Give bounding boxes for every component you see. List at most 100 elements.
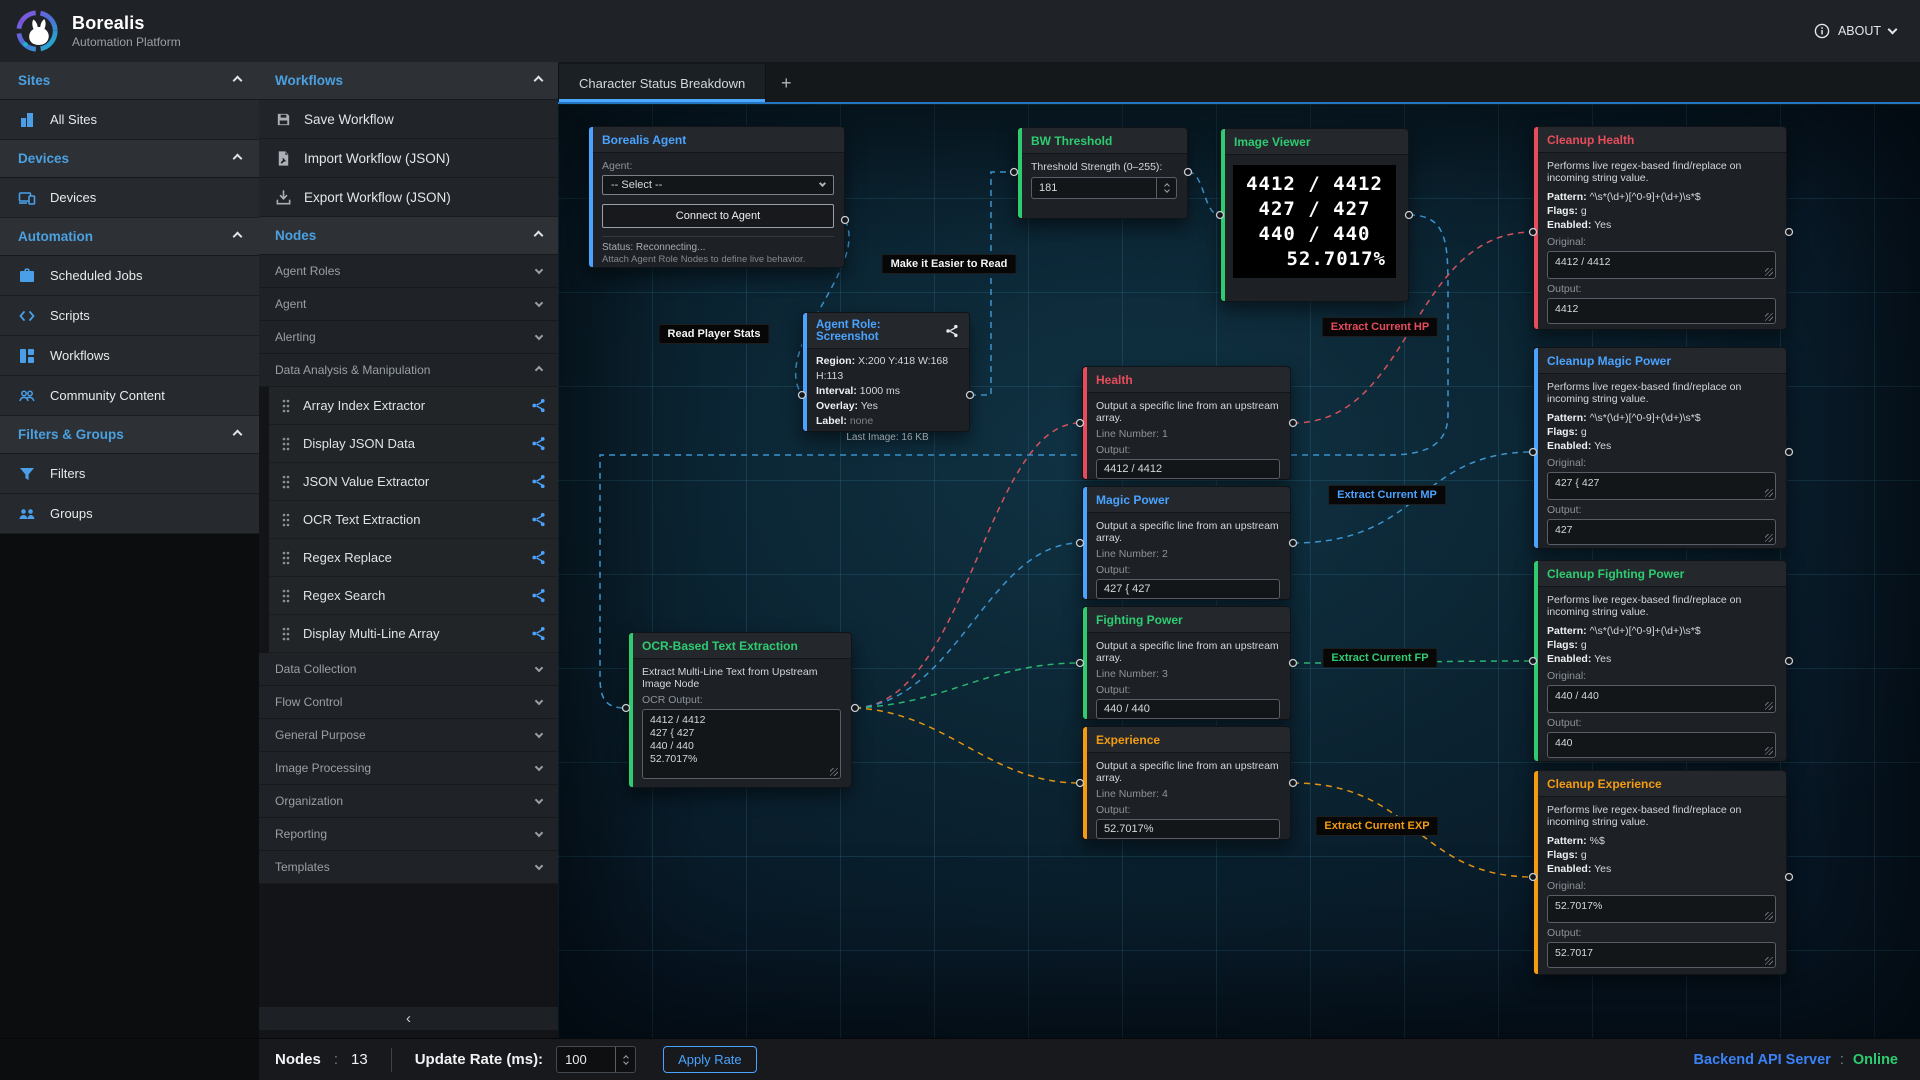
- sidebar-section-filters-groups[interactable]: Filters & Groups: [0, 416, 259, 454]
- sidebar-section-sites[interactable]: Sites: [0, 62, 259, 100]
- connect-to-agent-button[interactable]: Connect to Agent: [602, 204, 834, 228]
- number-spinner[interactable]: [1156, 178, 1176, 198]
- node-category-data-collection[interactable]: Data Collection: [259, 653, 558, 686]
- node-entry-regex-replace[interactable]: Regex Replace: [269, 539, 558, 577]
- spinner-down-icon[interactable]: [1164, 187, 1170, 193]
- share-node-icon[interactable]: [531, 626, 546, 641]
- node-category-agent[interactable]: Agent: [259, 288, 558, 321]
- sidebar-item-community-content[interactable]: Community Content: [0, 376, 259, 416]
- resize-handle-icon[interactable]: [830, 768, 838, 776]
- drag-handle-icon[interactable]: [281, 474, 291, 490]
- about-menu[interactable]: ABOUT: [1814, 23, 1896, 39]
- sidebar-item-groups[interactable]: Groups: [0, 494, 259, 534]
- tab-character-status-breakdown[interactable]: Character Status Breakdown: [558, 64, 766, 102]
- node-entry-array-index-extractor[interactable]: Array Index Extractor: [269, 387, 558, 425]
- drag-handle-icon[interactable]: [281, 512, 291, 528]
- node-entry-json-value-extractor[interactable]: JSON Value Extractor: [269, 463, 558, 501]
- sidebar-item-scheduled-jobs[interactable]: Scheduled Jobs: [0, 256, 259, 296]
- share-node-icon[interactable]: [531, 512, 546, 527]
- node-image-viewer[interactable]: Image Viewer 4412 / 4412 427 / 427 440 /…: [1220, 128, 1409, 302]
- original-textarea[interactable]: 440 / 440: [1547, 685, 1776, 713]
- node-magic-power[interactable]: Magic Power Output a specific line from …: [1082, 486, 1291, 600]
- resize-handle-icon[interactable]: [1765, 534, 1773, 542]
- original-textarea[interactable]: 427 { 427: [1547, 472, 1776, 500]
- resize-handle-icon[interactable]: [1765, 912, 1773, 920]
- node-entry-display-multi-line-array[interactable]: Display Multi-Line Array: [269, 615, 558, 653]
- share-node-icon[interactable]: [531, 474, 546, 489]
- node-health[interactable]: Health Output a specific line from an up…: [1082, 366, 1291, 480]
- original-textarea[interactable]: 4412 / 4412: [1547, 251, 1776, 279]
- number-spinner[interactable]: [615, 1047, 635, 1072]
- output-textarea[interactable]: 440: [1547, 732, 1776, 758]
- drag-handle-icon[interactable]: [281, 550, 291, 566]
- node-category-reporting[interactable]: Reporting: [259, 818, 558, 851]
- resize-handle-icon[interactable]: [1765, 702, 1773, 710]
- sidebar-item-filters[interactable]: Filters: [0, 454, 259, 494]
- node-experience[interactable]: Experience Output a specific line from a…: [1082, 726, 1291, 840]
- node-entry-regex-search[interactable]: Regex Search: [269, 577, 558, 615]
- new-tab-button[interactable]: +: [766, 64, 806, 102]
- resize-handle-icon[interactable]: [1765, 268, 1773, 276]
- import-workflow-button[interactable]: Import Workflow (JSON): [259, 139, 558, 178]
- sidebar-section-automation[interactable]: Automation: [0, 218, 259, 256]
- agent-select[interactable]: -- Select --: [602, 175, 834, 195]
- category-label: Data Collection: [275, 662, 356, 676]
- ocr-output-textarea[interactable]: 4412 / 4412 427 { 427 440 / 440 52.7017%: [642, 709, 841, 779]
- node-entry-ocr-text-extraction[interactable]: OCR Text Extraction: [269, 501, 558, 539]
- output-textarea[interactable]: 427: [1547, 519, 1776, 545]
- save-workflow-button[interactable]: Save Workflow: [259, 100, 558, 139]
- node-cleanup-health[interactable]: Cleanup Health Performs live regex-based…: [1533, 126, 1787, 330]
- node-fighting-power[interactable]: Fighting Power Output a specific line fr…: [1082, 606, 1291, 720]
- node-ocr-text-extraction[interactable]: OCR-Based Text Extraction Extract Multi-…: [628, 632, 852, 788]
- node-cleanup-magic-power[interactable]: Cleanup Magic Power Performs live regex-…: [1533, 347, 1787, 549]
- sidebar-item-scripts[interactable]: Scripts: [0, 296, 259, 336]
- sidebar-item-workflows[interactable]: Workflows: [0, 336, 259, 376]
- resize-handle-icon[interactable]: [1765, 313, 1773, 321]
- update-rate-input[interactable]: 100: [556, 1046, 636, 1073]
- apply-rate-button[interactable]: Apply Rate: [663, 1046, 757, 1073]
- output-field[interactable]: 52.7017%: [1096, 819, 1280, 839]
- resize-handle-icon[interactable]: [1765, 489, 1773, 497]
- output-textarea[interactable]: 4412: [1547, 298, 1776, 324]
- share-node-icon[interactable]: [531, 436, 546, 451]
- node-category-alerting[interactable]: Alerting: [259, 321, 558, 354]
- node-cleanup-fighting-power[interactable]: Cleanup Fighting Power Performs live reg…: [1533, 560, 1787, 762]
- output-field[interactable]: 440 / 440: [1096, 699, 1280, 719]
- sidebar-item-devices[interactable]: Devices: [0, 178, 259, 218]
- share-node-icon[interactable]: [531, 588, 546, 603]
- drag-handle-icon[interactable]: [281, 398, 291, 414]
- sidebar-item-all-sites[interactable]: All Sites: [0, 100, 259, 140]
- node-category-agent-roles[interactable]: Agent Roles: [259, 255, 558, 288]
- drag-handle-icon[interactable]: [281, 436, 291, 452]
- output-field[interactable]: 4412 / 4412: [1096, 459, 1280, 479]
- node-category-organization[interactable]: Organization: [259, 785, 558, 818]
- node-category-flow-control[interactable]: Flow Control: [259, 686, 558, 719]
- spinner-down-icon[interactable]: [623, 1059, 629, 1065]
- output-field[interactable]: 427 { 427: [1096, 579, 1280, 599]
- resize-handle-icon[interactable]: [1765, 747, 1773, 755]
- resize-handle-icon[interactable]: [1765, 957, 1773, 965]
- panel-collapse-button[interactable]: ‹: [259, 1007, 558, 1030]
- workflows-panel-header[interactable]: Workflows: [259, 62, 558, 100]
- node-category-general-purpose[interactable]: General Purpose: [259, 719, 558, 752]
- node-bw-threshold[interactable]: BW Threshold Threshold Strength (0–255):…: [1017, 127, 1188, 219]
- node-entry-display-json-data[interactable]: Display JSON Data: [269, 425, 558, 463]
- threshold-input[interactable]: 181: [1031, 177, 1177, 199]
- sidebar-section-devices[interactable]: Devices: [0, 140, 259, 178]
- output-textarea[interactable]: 52.7017: [1547, 942, 1776, 968]
- workflow-canvas[interactable]: Borealis Agent Agent: -- Select -- Conne…: [558, 104, 1920, 1038]
- node-cleanup-experience[interactable]: Cleanup Experience Performs live regex-b…: [1533, 770, 1787, 975]
- nodes-panel-header[interactable]: Nodes: [259, 217, 558, 255]
- node-category-templates[interactable]: Templates: [259, 851, 558, 884]
- drag-handle-icon[interactable]: [281, 626, 291, 642]
- export-workflow-button[interactable]: Export Workflow (JSON): [259, 178, 558, 217]
- node-agent-role-screenshot[interactable]: Agent Role: Screenshot Region: X:200 Y:4…: [802, 312, 970, 432]
- share-node-icon[interactable]: [531, 550, 546, 565]
- share-node-icon[interactable]: [531, 398, 546, 413]
- node-category-data-analysis[interactable]: Data Analysis & Manipulation: [259, 354, 558, 387]
- drag-handle-icon[interactable]: [281, 588, 291, 604]
- node-category-image-processing[interactable]: Image Processing: [259, 752, 558, 785]
- share-icon[interactable]: [945, 324, 959, 338]
- node-borealis-agent[interactable]: Borealis Agent Agent: -- Select -- Conne…: [588, 126, 845, 268]
- original-textarea[interactable]: 52.7017%: [1547, 895, 1776, 923]
